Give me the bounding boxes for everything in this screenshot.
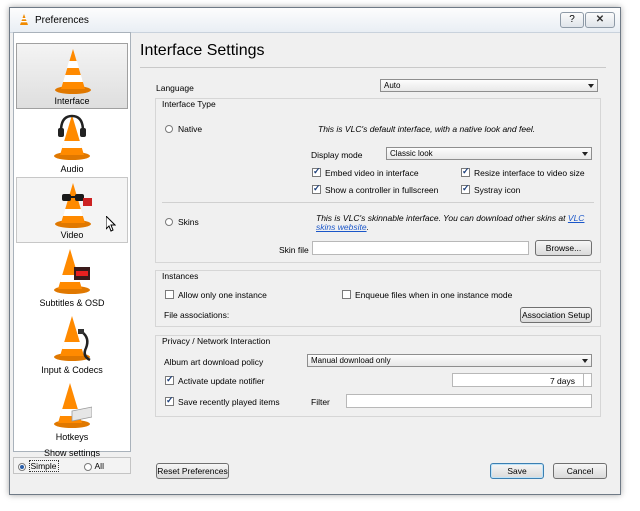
cancel-button[interactable]: Cancel: [553, 463, 607, 479]
enqueue-checkbox[interactable]: [342, 290, 351, 299]
language-label: Language: [156, 83, 194, 93]
save-recent-checkbox[interactable]: [165, 395, 174, 406]
update-days-spinbox[interactable]: 7 days: [452, 373, 592, 387]
album-art-label: Album art download policy: [164, 357, 264, 367]
display-mode-select[interactable]: Classic look: [386, 147, 592, 160]
display-mode-value: Classic look: [390, 149, 433, 158]
category-sidebar: Interface Audio Video Subtitles & OSD In…: [13, 32, 131, 452]
all-label: All: [94, 461, 104, 471]
display-mode-label: Display mode: [311, 150, 363, 160]
skins-link-end: .: [366, 222, 369, 232]
sidebar-item-label: Hotkeys: [55, 432, 89, 442]
native-label: Native: [178, 124, 203, 134]
update-notifier-checkbox[interactable]: [165, 374, 174, 385]
show-controller-checkbox[interactable]: [312, 183, 321, 194]
skin-file-input[interactable]: [312, 241, 529, 255]
title-bar: Preferences ? ✕: [10, 8, 620, 33]
vlc-link[interactable]: VLC: [568, 213, 585, 223]
enqueue-label: Enqueue files when in one instance mode: [355, 290, 513, 300]
vlc-cone-icon: [55, 49, 91, 94]
sidebar-item-hotkeys[interactable]: Hotkeys: [16, 378, 128, 444]
vlc-cone-headphones-icon: [54, 114, 90, 160]
close-button[interactable]: ✕: [585, 12, 615, 28]
chevron-down-icon: [582, 359, 588, 363]
show-controller-label: Show a controller in fullscreen: [325, 185, 439, 195]
filter-label: Filter: [311, 397, 330, 407]
filter-input[interactable]: [346, 394, 592, 408]
privacy-title: Privacy / Network Interaction: [162, 336, 271, 346]
sidebar-item-label: Subtitles & OSD: [39, 298, 105, 308]
native-description: This is VLC's default interface, with a …: [318, 124, 536, 134]
album-art-value: Manual download only: [311, 356, 391, 365]
vlc-cone-glasses-icon: [55, 183, 92, 228]
vlc-cone-keyboard-icon: [54, 383, 92, 428]
all-radio[interactable]: [84, 462, 92, 471]
association-setup-button[interactable]: Association Setup: [520, 307, 592, 323]
sidebar-item-input-codecs[interactable]: Input & Codecs: [16, 311, 128, 377]
save-recent-label: Save recently played items: [178, 397, 280, 407]
page-title: Interface Settings: [140, 42, 265, 59]
allow-one-instance-label: Allow only one instance: [178, 290, 267, 300]
skins-link-line: skins website.: [316, 222, 369, 232]
chevron-down-icon: [582, 152, 588, 156]
systray-label: Systray icon: [474, 185, 521, 195]
skins-website-link[interactable]: skins website: [316, 222, 367, 232]
reset-preferences-button[interactable]: Reset Preferences: [156, 463, 229, 479]
help-button[interactable]: ?: [560, 12, 584, 28]
skin-file-label: Skin file: [279, 245, 309, 255]
vlc-app-icon: [20, 14, 28, 25]
chevron-down-icon: [588, 84, 594, 88]
interface-type-group: [155, 98, 601, 263]
sidebar-item-audio[interactable]: Audio: [16, 110, 128, 176]
sidebar-item-interface[interactable]: Interface: [16, 43, 128, 109]
mouse-cursor-icon: [106, 216, 116, 232]
album-art-select[interactable]: Manual download only: [307, 354, 592, 367]
language-value: Auto: [384, 81, 401, 90]
vlc-cone-display-icon: [54, 249, 90, 294]
skins-radio[interactable]: [165, 218, 173, 226]
systray-checkbox[interactable]: [461, 183, 470, 194]
simple-label: Simple: [28, 460, 59, 472]
interface-type-divider: [162, 202, 594, 203]
simple-radio[interactable]: [18, 462, 26, 471]
title-divider: [140, 67, 606, 68]
spin-arrows-icon[interactable]: [583, 374, 591, 386]
embed-video-checkbox[interactable]: [312, 166, 321, 177]
interface-type-title: Interface Type: [162, 99, 216, 109]
resize-interface-label: Resize interface to video size: [474, 168, 585, 178]
update-notifier-label: Activate update notifier: [178, 376, 265, 386]
all-option[interactable]: All: [84, 461, 104, 471]
update-days-value: 7 days: [549, 376, 575, 386]
language-select[interactable]: Auto: [380, 79, 598, 92]
sidebar-item-label: Interface: [54, 96, 90, 106]
embed-video-label: Embed video in interface: [325, 168, 419, 178]
allow-one-instance-checkbox[interactable]: [165, 290, 174, 299]
sidebar-item-subtitles-osd[interactable]: Subtitles & OSD: [16, 244, 128, 310]
native-radio[interactable]: [165, 125, 173, 133]
window-title: Preferences: [35, 15, 89, 26]
browse-button[interactable]: Browse...: [535, 240, 592, 256]
skins-label: Skins: [178, 217, 199, 227]
save-button[interactable]: Save: [490, 463, 544, 479]
sidebar-item-label: Input & Codecs: [41, 365, 103, 375]
show-settings-box: Simple All: [13, 457, 131, 474]
sidebar-item-label: Audio: [60, 164, 84, 174]
simple-option[interactable]: Simple: [18, 460, 59, 472]
file-associations-label: File associations:: [164, 310, 230, 320]
instances-title: Instances: [162, 271, 199, 281]
show-settings-group: Show settings Simple All: [13, 448, 131, 476]
vlc-cone-cable-icon: [54, 316, 91, 362]
sidebar-item-video[interactable]: Video: [16, 177, 128, 243]
resize-interface-checkbox[interactable]: [461, 166, 470, 177]
